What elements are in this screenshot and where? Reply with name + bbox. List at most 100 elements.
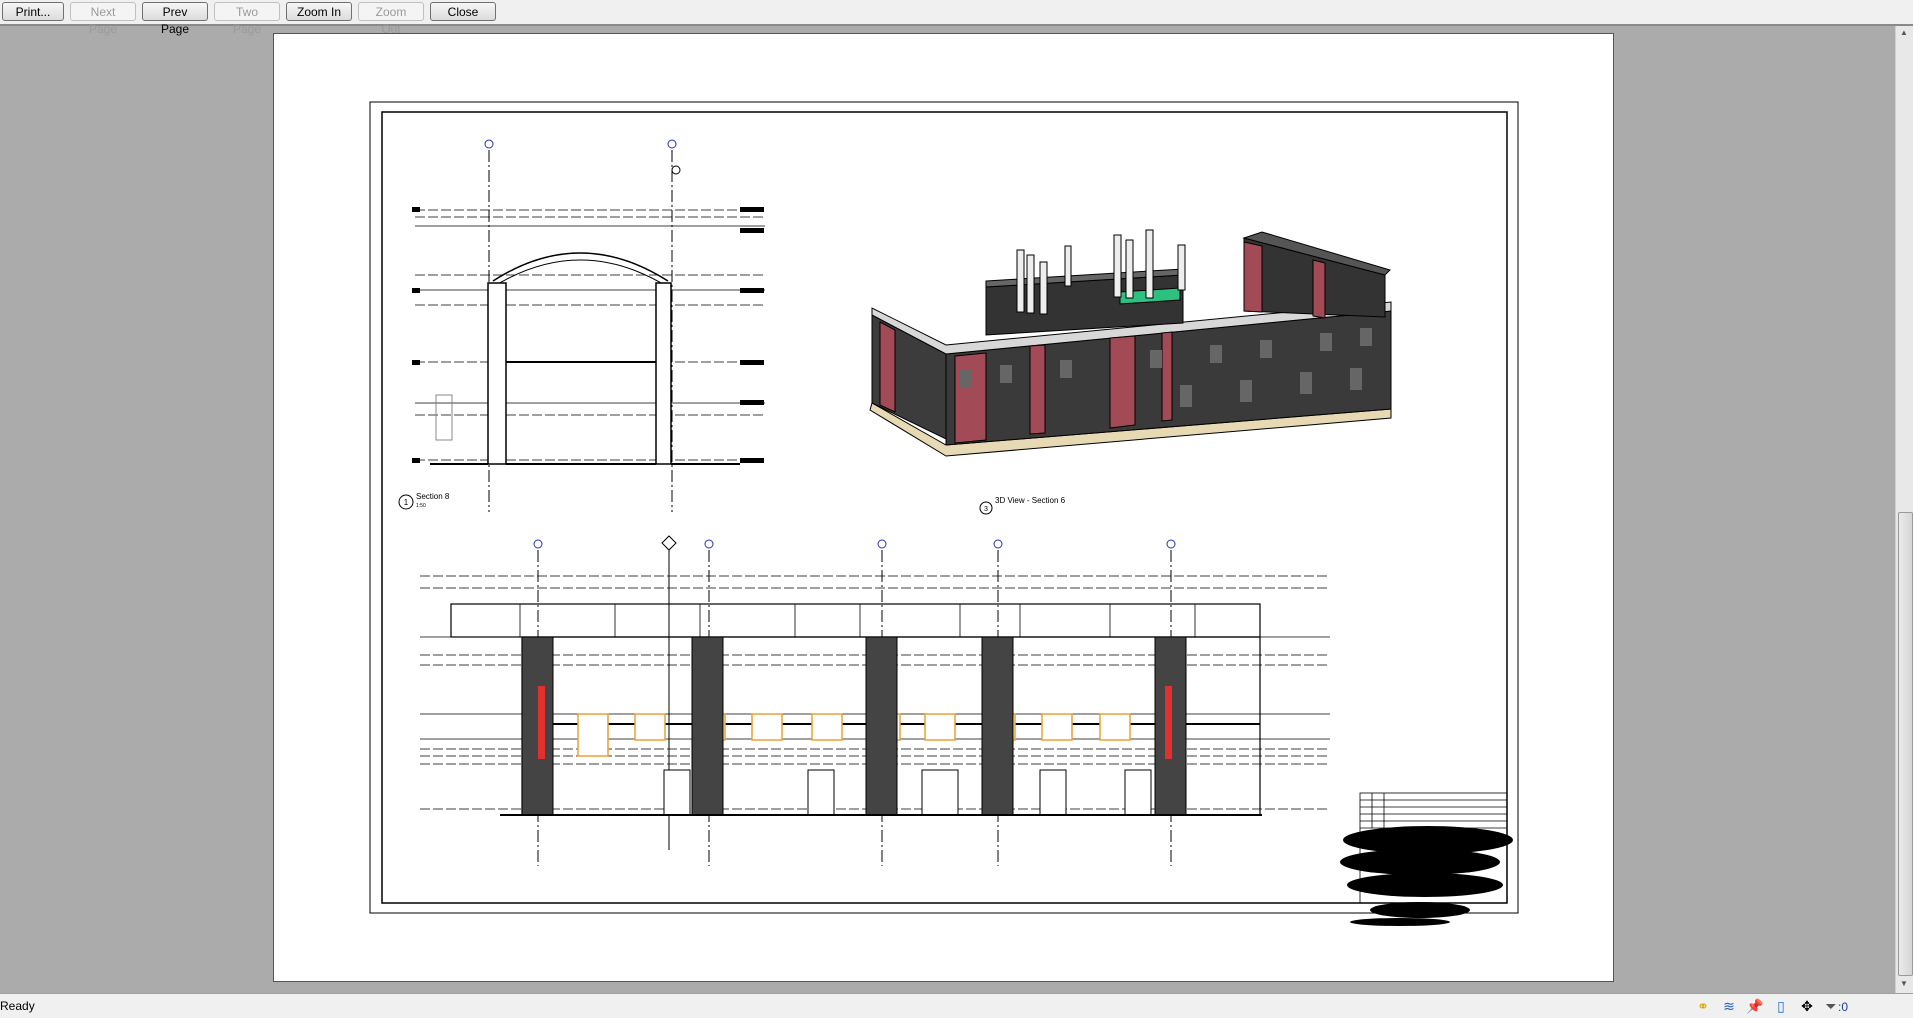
drawing-g (519, 604, 1196, 637)
drawing-rect (1060, 360, 1072, 378)
drawing-rect (1260, 340, 1272, 358)
underlay-select-icon[interactable]: ≋ (1718, 996, 1740, 1016)
drawing-rect (740, 360, 764, 365)
drawing-path (492, 252, 669, 282)
status-text: Ready (0, 999, 35, 1013)
drawing-rect (1320, 333, 1332, 351)
drawing-rect (751, 713, 783, 741)
drawing-rect (634, 713, 666, 741)
drawing-g (521, 636, 1187, 816)
redacted-scribble (1340, 826, 1513, 926)
filter-count: :0 (1838, 1000, 1849, 1014)
drawing-g (415, 209, 765, 461)
drawing-rect (1026, 254, 1035, 314)
status-bar: Ready ⚭ ≋ 📌 ▯ ✥ ⏷ :0 (0, 993, 1913, 1018)
view-scale: 1:50 (416, 503, 426, 509)
drawing-polygon (1161, 331, 1173, 422)
drawing-rect (1150, 350, 1162, 368)
section-view (412, 139, 765, 512)
drawing-rect (412, 360, 420, 365)
section-marker (661, 535, 677, 551)
face-select-icon[interactable]: ▯ (1770, 996, 1792, 1016)
drawing-rect (807, 769, 835, 816)
drawing-rect (435, 394, 453, 441)
drawing-rect (811, 713, 843, 741)
drawing-polygon (954, 352, 987, 444)
drawing-rect (538, 686, 545, 759)
drawing-g (533, 539, 1176, 549)
drawing-rect (921, 769, 959, 816)
drawing-rect (740, 400, 764, 405)
drawing-rect (1041, 713, 1073, 741)
drawing-rect (450, 603, 1261, 638)
grid-bubble (1166, 539, 1176, 549)
drawing-rect (1350, 368, 1362, 390)
brick-column (981, 636, 1014, 816)
3d-view-building (869, 229, 1392, 457)
elevation-view (420, 535, 1330, 866)
grid-bubble (667, 139, 677, 149)
drawing-g (412, 207, 764, 463)
grid-bubble (484, 139, 494, 149)
sheet-drawing: 1 Section 8 1:50 3 3D View - Section 6 (369, 101, 1519, 926)
drawing-ellipse (1350, 918, 1450, 926)
drawing-ellipse (1347, 873, 1503, 897)
section-marker (671, 165, 681, 175)
view-title-section-8: 1 Section 8 1:50 (398, 492, 450, 510)
drawing-path (492, 259, 669, 288)
drawing-rect (1099, 713, 1131, 741)
drawing-rect (487, 282, 507, 465)
drawing-g (663, 769, 1152, 816)
drawing-rect (960, 370, 972, 388)
drag-select-icon[interactable]: ✥ (1796, 996, 1818, 1016)
drawing-rect (740, 288, 764, 293)
link-select-icon[interactable]: ⚭ (1692, 996, 1714, 1016)
scroll-thumb[interactable] (1898, 512, 1913, 976)
drawing-ellipse (1340, 849, 1500, 875)
view-number: 3 (984, 506, 988, 513)
drawing-rect (1125, 239, 1134, 299)
drawing-polygon (1029, 344, 1046, 435)
scroll-up-icon[interactable]: ▲ (1900, 28, 1908, 37)
drawing-ellipse (1370, 902, 1470, 918)
drawing-rect (1165, 686, 1172, 759)
view-title: Section 8 (416, 492, 450, 501)
drawing-rect (740, 228, 764, 233)
pinned-select-icon[interactable]: 📌 (1744, 996, 1766, 1016)
drawing-rect (1000, 365, 1012, 383)
drawing-g (537, 550, 1172, 866)
scroll-down-icon[interactable]: ▼ (1900, 979, 1908, 988)
drawing-rect (1113, 234, 1122, 298)
drawing-rect (1124, 769, 1152, 816)
drawing-rect (1300, 372, 1312, 394)
drawing-rect (924, 713, 956, 741)
drawing-rect (1016, 249, 1025, 313)
drawing-rect (1064, 245, 1072, 287)
drawing-rect (740, 458, 764, 463)
drawing-g (577, 713, 1131, 757)
drawing-rect (1360, 328, 1372, 346)
drawing-rect (655, 282, 672, 465)
grid-bubble (533, 539, 543, 549)
grid-bubble (877, 539, 887, 549)
drawing-rect (412, 458, 420, 463)
drawing-rect (577, 713, 609, 757)
drawing-rect (1180, 385, 1192, 407)
drawing-polygon (879, 321, 896, 413)
grid-bubble (993, 539, 1003, 549)
drawing-rect (1039, 261, 1048, 315)
drawing-rect (1039, 769, 1067, 816)
drawing-rect (1240, 380, 1252, 402)
drawing-polygon (1312, 259, 1326, 319)
brick-column (865, 636, 898, 816)
drawing-rect (1210, 345, 1222, 363)
brick-column (521, 636, 554, 816)
view-title: 3D View - Section 6 (995, 496, 1066, 505)
drawing-rect (412, 288, 420, 293)
drawing-rect (740, 207, 764, 212)
drawing-polygon (1109, 335, 1136, 429)
view-title-3d-view: 3 3D View - Section 6 (979, 496, 1066, 515)
drawing-rect (663, 769, 691, 816)
vertical-scrollbar[interactable]: ▲ ▼ (1895, 26, 1913, 993)
drawing-rect (412, 207, 420, 212)
